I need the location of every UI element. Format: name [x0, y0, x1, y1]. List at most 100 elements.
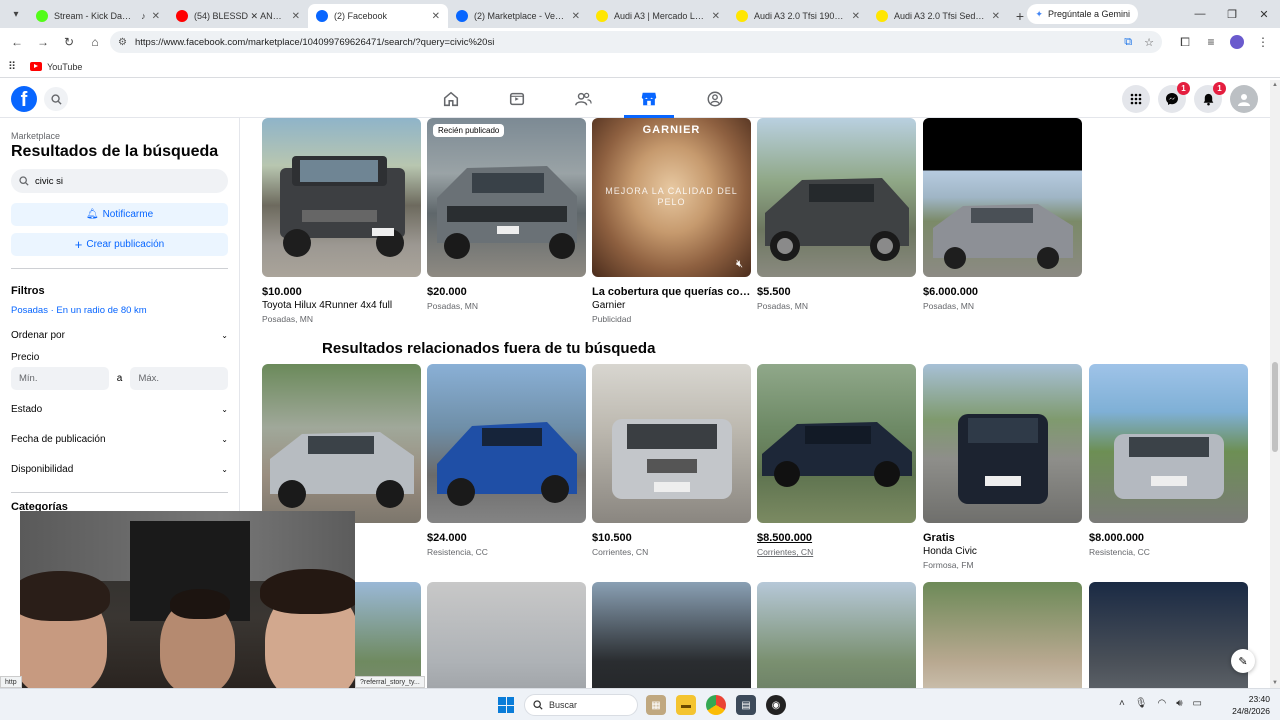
close-tab-icon[interactable]: ✕ [292, 11, 300, 22]
listing-photo[interactable] [923, 364, 1082, 523]
microphone-icon[interactable]: 🎙︎ [1135, 698, 1148, 709]
notify-me-button[interactable]: 🔔︎ Notificarme [11, 203, 228, 226]
extensions-icon[interactable]: ⧠ [1174, 31, 1196, 53]
breadcrumb[interactable]: Marketplace [11, 131, 228, 141]
listing-photo[interactable] [923, 118, 1082, 277]
listing-photo[interactable] [592, 582, 751, 688]
close-tab-icon[interactable]: ✕ [992, 11, 1000, 22]
listing-card[interactable]: $6.000.000 Posadas, MN [923, 118, 1082, 311]
close-tab-icon[interactable]: ✕ [432, 11, 440, 22]
listing-card[interactable]: $10.000 Toyota Hilux 4Runner 4x4 full Po… [262, 118, 421, 324]
availability-dropdown[interactable]: Disponibilidad ⌄ [11, 454, 228, 484]
listing-photo[interactable] [757, 118, 916, 277]
reload-icon[interactable]: ↻ [58, 31, 80, 53]
search-input[interactable]: civic si [11, 169, 228, 193]
nav-video-icon[interactable] [484, 80, 550, 118]
notifications-bell-icon[interactable]: 1 [1194, 82, 1226, 113]
bookmark-star-icon[interactable]: ☆ [1144, 36, 1154, 49]
listing-card[interactable]: $8.000.000 Resistencia, CC [1089, 364, 1248, 557]
obs-icon[interactable]: ◉ [766, 695, 786, 715]
listing-card[interactable]: $10.500 Corrientes, CN [592, 364, 751, 557]
battery-icon[interactable]: ▭ [1193, 698, 1202, 709]
reading-list-icon[interactable]: ≡ [1200, 31, 1222, 53]
listing-photo[interactable] [262, 364, 421, 523]
listing-photo[interactable] [1089, 582, 1248, 688]
listing-photo[interactable] [757, 364, 916, 523]
listing-card[interactable] [923, 582, 1082, 688]
browser-tab[interactable]: (54) BLESSD ✕ ANUEL A ✕ [168, 4, 308, 28]
price-min-input[interactable]: Mín. [11, 367, 109, 390]
menu-grid-icon[interactable] [1122, 85, 1150, 113]
gemini-button[interactable]: ✦ Pregúntale a Gemini [1027, 4, 1138, 24]
listing-card[interactable]: Gratis Honda Civic Formosa, FM [923, 364, 1082, 570]
ad-image[interactable]: GARNIER MEJORA LA CALIDAD DEL PELO 🔇︎ [592, 118, 751, 277]
calculator-icon[interactable]: ▤ [736, 695, 756, 715]
close-icon[interactable]: ✕ [1248, 0, 1280, 28]
browser-tab[interactable]: (2) Facebook ✕ [308, 4, 448, 28]
listing-card[interactable]: $8.500.000 Corrientes, CN [757, 364, 916, 557]
listing-card[interactable]: $5.500 Posadas, MN [757, 118, 916, 311]
mute-icon[interactable]: 🔇︎ [736, 258, 743, 271]
listing-card[interactable]: Recién publicado $20.000 Posadas, MN [427, 118, 586, 311]
chrome-icon[interactable] [706, 695, 726, 715]
back-icon[interactable]: ← [6, 31, 28, 53]
nav-gaming-icon[interactable] [682, 80, 748, 118]
listing-photo[interactable] [1089, 364, 1248, 523]
nav-home-icon[interactable] [418, 80, 484, 118]
site-info-icon[interactable]: ⚙ [118, 37, 127, 48]
date-listed-dropdown[interactable]: Fecha de publicación ⌄ [11, 424, 228, 454]
widgets-icon[interactable]: ▦ [646, 695, 666, 715]
close-tab-icon[interactable]: ✕ [712, 11, 720, 22]
tab-search-icon[interactable]: ▾ [4, 0, 28, 28]
scroll-down-icon[interactable]: ▼ [1272, 680, 1278, 686]
listing-photo[interactable] [757, 582, 916, 688]
close-tab-icon[interactable]: ✕ [152, 11, 160, 22]
profile-avatar[interactable] [1226, 31, 1248, 53]
taskbar-search[interactable]: Buscar [524, 694, 638, 716]
scrollbar-thumb[interactable] [1272, 362, 1278, 452]
new-message-icon[interactable]: ✎ [1231, 649, 1255, 673]
browser-tab[interactable]: Audi A3 2.0 Tfsi 190cv | M ✕ [728, 4, 868, 28]
translate-icon[interactable]: ⧉ [1124, 36, 1132, 49]
search-icon[interactable] [44, 87, 68, 111]
browser-tab[interactable]: Audi A3 2.0 Tfsi Sedan 19 ✕ [868, 4, 1008, 28]
page-scrollbar[interactable]: ▲ ▼ [1270, 80, 1280, 688]
sort-dropdown[interactable]: Ordenar por ⌄ [11, 320, 228, 350]
browser-tab[interactable]: Audi A3 | Mercado Libre ✕ [588, 4, 728, 28]
listing-card[interactable] [1089, 582, 1248, 688]
sponsored-ad-card[interactable]: GARNIER MEJORA LA CALIDAD DEL PELO 🔇︎ La… [592, 118, 751, 324]
forward-icon[interactable]: → [32, 31, 54, 53]
listing-card[interactable] [757, 582, 916, 688]
wifi-icon[interactable]: ◠ [1158, 698, 1167, 709]
listing-card[interactable] [427, 582, 586, 688]
account-avatar[interactable] [1230, 85, 1258, 113]
tray-chevron-icon[interactable]: ˄ [1119, 698, 1125, 709]
listing-card[interactable] [592, 582, 751, 688]
apps-icon[interactable]: ⠿ [8, 60, 16, 73]
facebook-logo[interactable]: f [11, 86, 37, 112]
file-explorer-icon[interactable]: ▬ [676, 695, 696, 715]
price-max-input[interactable]: Máx. [130, 367, 229, 390]
nav-marketplace-icon[interactable] [616, 80, 682, 118]
scroll-up-icon[interactable]: ▲ [1272, 82, 1278, 88]
browser-tab[interactable]: Stream - Kick Dashbo ♪ ✕ [28, 4, 168, 28]
url-field[interactable]: ⚙ https://www.facebook.com/marketplace/1… [110, 31, 1162, 53]
browser-tab[interactable]: (2) Marketplace - Vento 2 ✕ [448, 4, 588, 28]
maximize-icon[interactable]: ❐ [1216, 0, 1248, 28]
nav-friends-icon[interactable] [550, 80, 616, 118]
taskbar-clock[interactable]: 23:40 24/8/2026 [1232, 693, 1270, 717]
menu-icon[interactable]: ⋮ [1252, 31, 1274, 53]
windows-start-icon[interactable] [498, 697, 514, 713]
listing-photo[interactable]: Recién publicado [427, 118, 586, 277]
home-icon[interactable]: ⌂ [84, 31, 106, 53]
listing-photo[interactable] [427, 364, 586, 523]
create-listing-button[interactable]: + Crear publicación [11, 233, 228, 256]
bookmark-youtube[interactable]: YouTube [30, 62, 82, 72]
listing-card[interactable]: $24.000 Resistencia, CC [427, 364, 586, 557]
location-filter[interactable]: Posadas · En un radio de 80 km [11, 305, 228, 316]
messenger-icon[interactable]: 1 [1158, 82, 1190, 113]
close-tab-icon[interactable]: ✕ [572, 11, 580, 22]
listing-card[interactable] [262, 364, 421, 532]
listing-photo[interactable] [262, 118, 421, 277]
condition-dropdown[interactable]: Estado ⌄ [11, 394, 228, 424]
